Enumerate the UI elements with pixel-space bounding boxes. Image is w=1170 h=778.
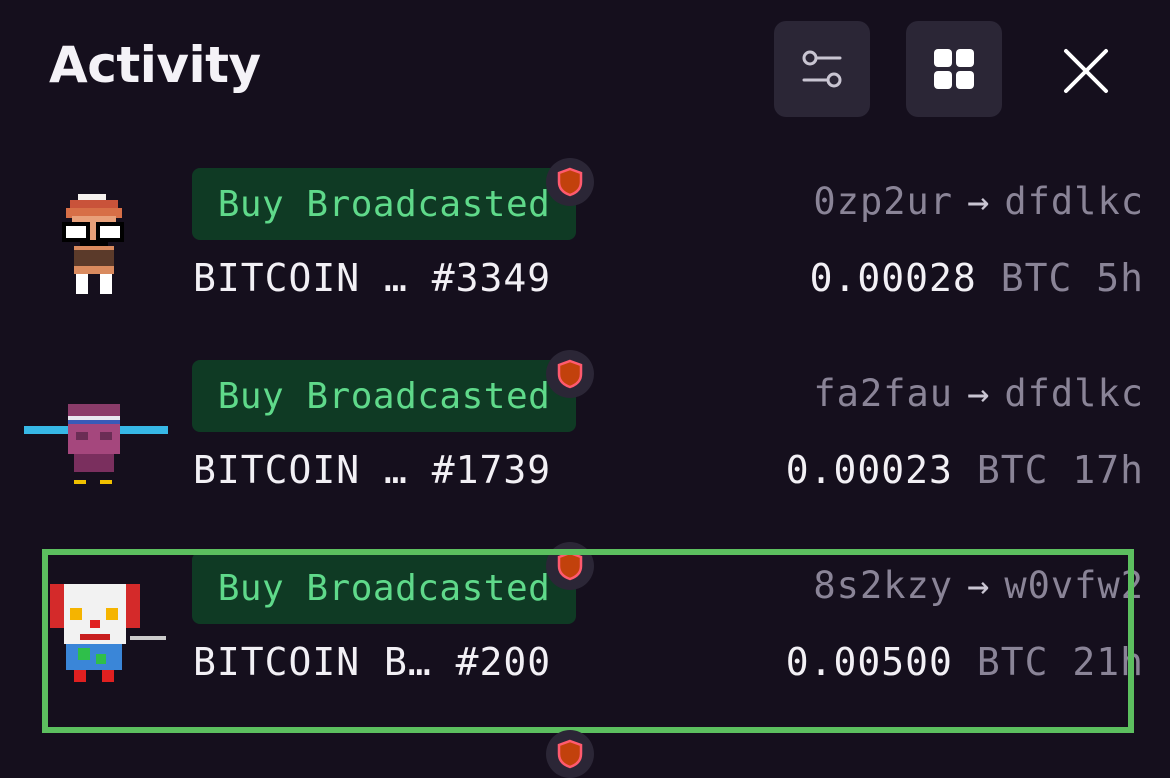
shield-icon: [557, 167, 583, 197]
shield-badge: [546, 350, 594, 398]
close-button[interactable]: [1050, 35, 1122, 107]
to-address[interactable]: dfdlkc: [1004, 180, 1144, 223]
from-address[interactable]: fa2fau: [813, 372, 953, 415]
price-unit: BTC: [1000, 256, 1073, 300]
close-icon: [1064, 49, 1108, 93]
transfer-addresses: 0zp2ur → dfdlkc: [813, 180, 1144, 223]
arrow-icon: →: [967, 372, 991, 415]
activity-row[interactable]: Buy Broadcasted BITCOIN … #1739 fa2fau → d…: [0, 350, 1170, 542]
time-ago: 5h: [1096, 256, 1144, 300]
time-ago: 17h: [1072, 448, 1144, 492]
highlight-box: [42, 549, 1134, 733]
item-name[interactable]: BITCOIN … #1739: [193, 448, 551, 492]
to-address[interactable]: dfdlkc: [1004, 372, 1144, 415]
activity-row[interactable]: Buy Broadcasted BITCOIN … #3349 0zp2ur → d…: [0, 158, 1170, 350]
shield-badge: [546, 730, 594, 778]
sliders-icon: [802, 50, 842, 88]
grid-view-button[interactable]: [906, 21, 1002, 117]
page-title: Activity: [49, 36, 261, 94]
shield-icon: [557, 359, 583, 389]
nft-avatar: [24, 404, 168, 484]
arrow-icon: →: [967, 180, 991, 223]
item-name[interactable]: BITCOIN … #3349: [193, 256, 551, 300]
grid-view-icon: [934, 49, 974, 89]
transfer-addresses: fa2fau → dfdlkc: [813, 372, 1144, 415]
nft-avatar: [62, 194, 124, 294]
price-line: 0.00028 BTC 5h: [810, 256, 1144, 300]
shield-badge: [546, 158, 594, 206]
from-address[interactable]: 0zp2ur: [813, 180, 953, 223]
price-unit: BTC: [976, 448, 1049, 492]
activity-header: Activity: [0, 0, 1170, 140]
filter-button[interactable]: [774, 21, 870, 117]
price-value: 0.00028: [809, 256, 977, 300]
price-line: 0.00023 BTC 17h: [786, 448, 1144, 492]
status-badge: Buy Broadcasted: [192, 360, 576, 432]
status-badge: Buy Broadcasted: [192, 168, 576, 240]
price-value: 0.00023: [785, 448, 953, 492]
